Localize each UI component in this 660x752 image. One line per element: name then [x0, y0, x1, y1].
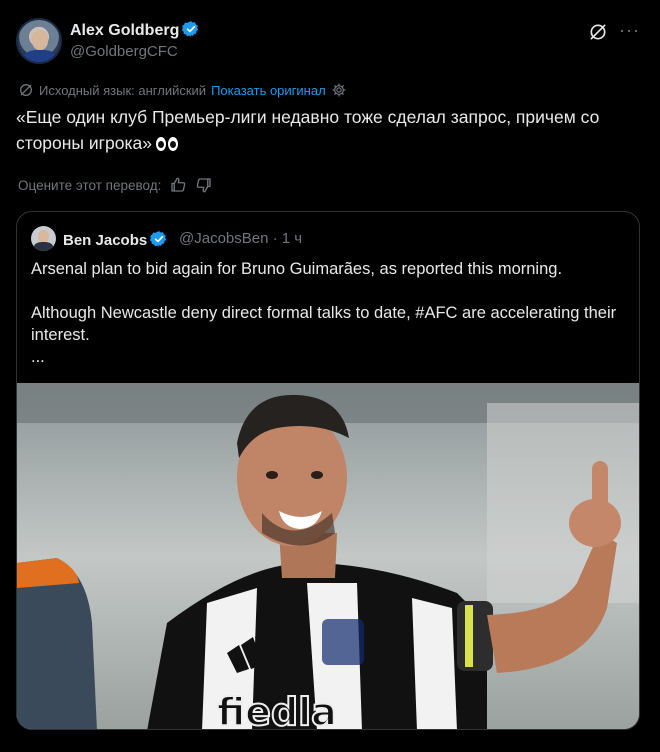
- thumbs-up-icon[interactable]: [169, 176, 187, 194]
- thumbs-down-icon[interactable]: [195, 176, 213, 194]
- tweet-text: «Еще один клуб Премьер-лиги недавно тоже…: [16, 104, 644, 156]
- translate-icon: [20, 84, 32, 96]
- author-name[interactable]: Alex Goldberg: [70, 22, 179, 39]
- verified-badge-icon: [182, 21, 199, 37]
- author-avatar[interactable]: [16, 18, 62, 64]
- player-photo-illustration: fiedla: [17, 383, 639, 730]
- quoted-author-name: Ben Jacobs: [63, 232, 148, 249]
- rate-translation: Оцените этот перевод:: [18, 176, 213, 194]
- gear-icon[interactable]: [331, 82, 347, 98]
- quoted-tweet-text: Arsenal plan to bid again for Bruno Guim…: [31, 260, 617, 366]
- source-language-label: Исходный язык: английский: [39, 82, 207, 98]
- rate-translation-label: Оцените этот перевод:: [18, 177, 162, 193]
- more-icon[interactable]: ···: [619, 20, 640, 40]
- eyes-emoji-icon: [156, 137, 179, 151]
- tweet-header: Alex Goldberg @GoldbergCFC ···: [16, 16, 644, 66]
- quoted-author-avatar: [31, 226, 56, 251]
- grok-icon[interactable]: [588, 22, 608, 42]
- translation-info: Исходный язык: английский Показать ориги…: [18, 82, 347, 98]
- verified-badge-icon: [150, 231, 167, 247]
- shirt-sponsor-text: fiedla: [217, 690, 337, 730]
- quoted-tweet-photo[interactable]: fiedla: [17, 383, 639, 730]
- quoted-author-name-row: Ben Jacobs: [63, 230, 168, 249]
- quoted-author-handle: @JacobsBen · 1 ч: [179, 230, 303, 247]
- author-handle[interactable]: @GoldbergCFC: [70, 43, 178, 60]
- show-original-link[interactable]: Показать оригинал: [211, 83, 326, 98]
- tweet-body: «Еще один клуб Премьер-лиги недавно тоже…: [16, 107, 600, 153]
- author-name-row[interactable]: Alex Goldberg: [70, 20, 200, 40]
- quoted-tweet[interactable]: Ben Jacobs @JacobsBen · 1 ч Arsenal plan…: [16, 211, 640, 730]
